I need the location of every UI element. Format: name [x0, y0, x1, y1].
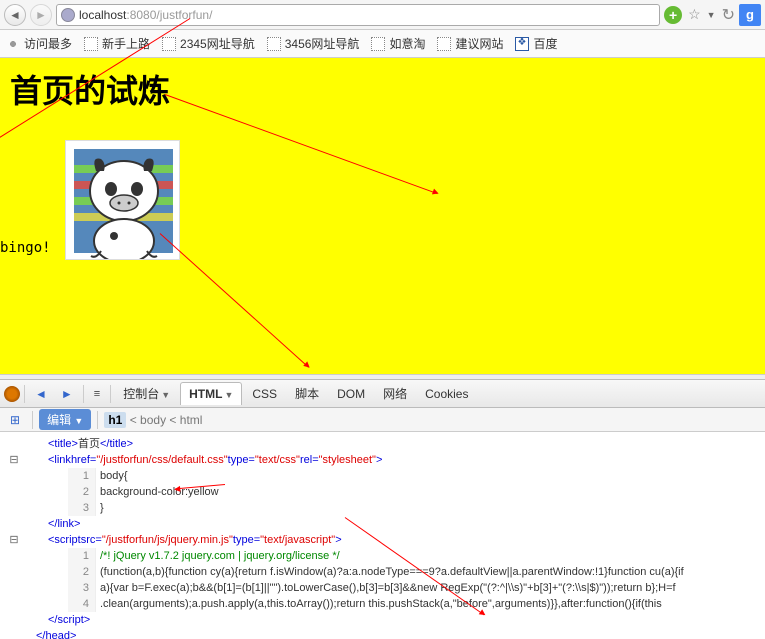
line-number: 3 — [68, 580, 96, 596]
page-title: 首页的试炼 — [0, 58, 765, 120]
src-tag: > — [335, 532, 341, 548]
src-val: "text/javascript" — [260, 532, 335, 548]
src-attr: href= — [71, 452, 96, 468]
page-icon — [437, 37, 451, 51]
src-code: } — [100, 500, 104, 516]
baidu-icon — [515, 37, 529, 51]
src-attr: rel= — [300, 452, 319, 468]
list-icon[interactable]: ≡ — [88, 385, 106, 403]
forward-button[interactable]: ► — [30, 4, 52, 26]
fold-icon[interactable]: ⊟ — [8, 532, 20, 548]
bookmark-label: 3456网址导航 — [285, 35, 360, 52]
firebug-icon[interactable] — [4, 386, 20, 402]
source-panel[interactable]: <title> 首页 </title> ⊟<link href="/justfo… — [0, 432, 765, 639]
src-val: "stylesheet" — [319, 452, 376, 468]
page-icon — [267, 37, 281, 51]
tab-script[interactable]: 脚本 — [287, 381, 327, 406]
edit-label: 编辑 — [47, 413, 71, 427]
line-number: 4 — [68, 596, 96, 612]
line-number: 2 — [68, 484, 96, 500]
src-val: "text/css" — [255, 452, 300, 468]
bookmark-item-baidu[interactable]: 百度 — [515, 35, 557, 52]
tab-label: HTML — [189, 387, 222, 401]
page-icon — [371, 37, 385, 51]
tab-net[interactable]: 网络 — [375, 381, 415, 406]
fold-icon[interactable]: ⊟ — [8, 452, 20, 468]
add-icon[interactable]: + — [664, 6, 682, 24]
globe-icon — [61, 8, 75, 22]
crumb-html[interactable]: html — [180, 413, 203, 427]
src-code: /*! jQuery v1.7.2 jquery.com | jquery.or… — [100, 548, 340, 564]
back-button[interactable]: ◄ — [4, 4, 26, 26]
line-number: 2 — [68, 564, 96, 580]
src-tag: </head> — [36, 628, 76, 639]
src-tag: </title> — [100, 436, 133, 452]
src-attr: src= — [81, 532, 102, 548]
crumb-h1[interactable]: h1 — [104, 412, 126, 428]
src-attr: type= — [233, 532, 260, 548]
src-code: body{ — [100, 468, 128, 484]
src-tag: </script> — [48, 612, 90, 628]
refresh-icon[interactable]: ↻ — [722, 5, 735, 25]
src-val: "/justforfun/js/jquery.min.js" — [102, 532, 233, 548]
inspect-back-icon[interactable]: ◄ — [29, 384, 53, 404]
src-text: 首页 — [78, 436, 100, 452]
bookmark-item[interactable]: 2345网址导航 — [162, 35, 255, 52]
src-code: a){var b=F.exec(a);b&&(b[1]=(b[1]||"").t… — [100, 580, 676, 596]
bingo-text: bingo! — [0, 240, 51, 260]
src-tag: <link — [48, 452, 71, 468]
inspect-fwd-icon[interactable]: ► — [55, 384, 79, 404]
bookmark-label: 新手上路 — [102, 35, 150, 52]
cow-image — [65, 140, 180, 260]
element-path[interactable]: h1 < body < html — [104, 413, 202, 427]
page-content: 首页的试炼 bingo! — [0, 58, 765, 374]
dropdown-icon[interactable]: ▼ — [707, 10, 716, 20]
src-code: .clean(arguments);a.push.apply(a,this.to… — [100, 596, 662, 612]
line-number: 1 — [68, 468, 96, 484]
line-number: 3 — [68, 500, 96, 516]
bookmark-label: 建议网站 — [455, 35, 503, 52]
google-search-icon[interactable]: g — [739, 4, 761, 26]
bookmark-label: 百度 — [533, 35, 557, 52]
src-code: (function(a,b){function cy(a){return f.i… — [100, 564, 684, 580]
line-number: 1 — [68, 548, 96, 564]
url-input[interactable]: localhost:8080/justforfun/ — [56, 4, 660, 26]
url-text: localhost:8080/justforfun/ — [79, 8, 212, 22]
src-val: "/justforfun/css/default.css" — [96, 452, 227, 468]
bookmark-item[interactable]: 3456网址导航 — [267, 35, 360, 52]
tab-css[interactable]: CSS — [244, 383, 285, 405]
expand-icon[interactable]: ⊞ — [4, 411, 26, 429]
bookmark-label: 2345网址导航 — [180, 35, 255, 52]
page-icon — [162, 37, 176, 51]
bookmark-label: 访问最多 — [24, 35, 72, 52]
crumb-body[interactable]: body — [140, 413, 166, 427]
src-tag: <script — [48, 532, 81, 548]
bookmark-label: 如意淘 — [389, 35, 425, 52]
tab-cookies[interactable]: Cookies — [417, 383, 476, 405]
bookmark-most-visited[interactable]: 访问最多 — [6, 35, 72, 52]
tab-label: 控制台 — [123, 387, 159, 401]
src-attr: type= — [228, 452, 255, 468]
home-icon — [6, 37, 20, 51]
bookmark-star-icon[interactable]: ☆ — [688, 6, 701, 23]
tab-html[interactable]: HTML▼ — [180, 382, 242, 405]
tab-dom[interactable]: DOM — [329, 383, 373, 405]
bookmark-item[interactable]: 如意淘 — [371, 35, 425, 52]
tab-console[interactable]: 控制台▼ — [115, 381, 178, 406]
bookmark-item[interactable]: 建议网站 — [437, 35, 503, 52]
src-tag: > — [376, 452, 382, 468]
src-tag: </link> — [48, 516, 80, 532]
edit-button[interactable]: 编辑 ▼ — [39, 409, 91, 430]
src-tag: <title> — [48, 436, 78, 452]
page-icon — [84, 37, 98, 51]
